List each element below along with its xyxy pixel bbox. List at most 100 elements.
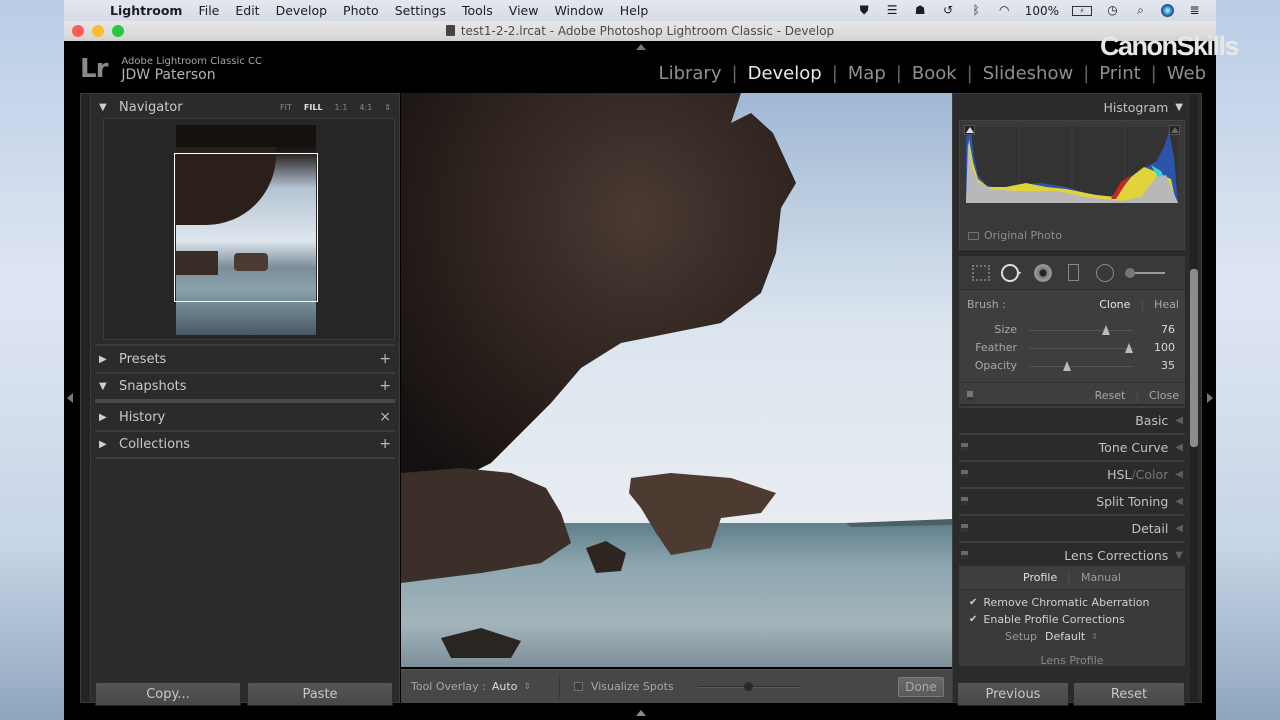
- menu-edit[interactable]: Edit: [235, 3, 259, 18]
- panel-switch[interactable]: [961, 497, 968, 505]
- presets-header[interactable]: ▶ Presets +: [95, 346, 399, 372]
- navigator-preview[interactable]: [103, 118, 395, 340]
- crop-overlay-tool-icon[interactable]: [965, 262, 996, 284]
- panel-switch[interactable]: [961, 524, 968, 532]
- opacity-slider-knob[interactable]: [1062, 361, 1071, 371]
- menu-photo[interactable]: Photo: [343, 3, 379, 18]
- module-develop[interactable]: Develop: [748, 63, 822, 84]
- add-collection-icon[interactable]: +: [379, 436, 391, 452]
- spot-removal-tool-icon[interactable]: ▸: [996, 262, 1027, 284]
- enable-profile-checkbox[interactable]: ✔: [969, 614, 977, 625]
- detail-panel-header[interactable]: Detail ◀: [953, 515, 1189, 541]
- graduated-filter-tool-icon[interactable]: [1058, 262, 1089, 284]
- add-snapshot-icon[interactable]: +: [379, 378, 391, 394]
- module-library[interactable]: Library: [659, 63, 722, 84]
- lens-corrections-panel-header[interactable]: Lens Corrections ▼: [953, 542, 1189, 568]
- zoom-fill[interactable]: FILL: [304, 103, 323, 112]
- bluetooth-icon[interactable]: ᛒ: [969, 4, 984, 17]
- remove-ca-checkbox[interactable]: ✔: [969, 597, 977, 608]
- photo-canvas[interactable]: [401, 93, 952, 667]
- wifi-icon[interactable]: ◠: [997, 4, 1012, 17]
- right-panel-scrollbar[interactable]: [1190, 94, 1198, 702]
- paste-button[interactable]: Paste: [247, 682, 393, 706]
- shield-icon[interactable]: ⛊: [857, 4, 872, 17]
- hsl-title[interactable]: HSL: [1107, 467, 1131, 482]
- heal-brush-option[interactable]: Heal: [1154, 298, 1179, 311]
- panel-switch[interactable]: [961, 551, 968, 559]
- top-panel-toggle-icon[interactable]: [636, 44, 646, 50]
- tone-curve-panel-header[interactable]: Tone Curve ◀: [953, 434, 1189, 460]
- split-toning-panel-header[interactable]: Split Toning ◀: [953, 488, 1189, 514]
- menu-develop[interactable]: Develop: [276, 3, 327, 18]
- histogram-header[interactable]: Histogram ▼: [953, 94, 1189, 120]
- siri-icon[interactable]: [1161, 4, 1174, 17]
- module-print[interactable]: Print: [1099, 63, 1140, 84]
- tool-overlay-select[interactable]: Auto: [492, 680, 518, 693]
- slider-knob[interactable]: [744, 681, 754, 691]
- visualize-spots-checkbox[interactable]: [573, 682, 583, 691]
- radial-filter-tool-icon[interactable]: [1089, 262, 1120, 284]
- adjustment-brush-tool-icon[interactable]: [1120, 262, 1170, 284]
- copy-button[interactable]: Copy...: [95, 682, 241, 706]
- opacity-slider[interactable]: [1029, 361, 1133, 371]
- menu-window[interactable]: Window: [554, 3, 603, 18]
- panel-switch[interactable]: [961, 443, 968, 451]
- feather-slider[interactable]: [1029, 343, 1133, 353]
- basic-panel-header[interactable]: Basic ◀: [953, 407, 1189, 433]
- module-web[interactable]: Web: [1167, 63, 1206, 84]
- menu-settings[interactable]: Settings: [395, 3, 446, 18]
- opacity-value[interactable]: 35: [1161, 359, 1175, 372]
- battery-icon[interactable]: ⚡: [1072, 5, 1092, 16]
- size-slider[interactable]: [1029, 325, 1133, 335]
- snapshots-header[interactable]: ▼ Snapshots +: [95, 373, 399, 399]
- left-panel-toggle-icon[interactable]: [67, 393, 73, 403]
- module-slideshow[interactable]: Slideshow: [983, 63, 1073, 84]
- feather-value[interactable]: 100: [1154, 341, 1175, 354]
- tray-icon[interactable]: ☰: [885, 4, 900, 17]
- clock-icon[interactable]: ◷: [1105, 4, 1120, 17]
- scrollbar-thumb[interactable]: [1190, 269, 1198, 447]
- clone-brush-option[interactable]: Clone: [1099, 298, 1130, 311]
- add-preset-icon[interactable]: +: [379, 351, 391, 367]
- tab-profile[interactable]: Profile: [1023, 571, 1057, 584]
- collections-header[interactable]: ▶ Collections +: [95, 431, 399, 457]
- original-photo-checkbox[interactable]: [968, 231, 979, 240]
- visualize-threshold-slider[interactable]: [697, 681, 800, 691]
- navigator-header[interactable]: ▼ Navigator FIT FILL 1:1 4:1 ⇕: [95, 94, 399, 120]
- navigator-view-frame[interactable]: [174, 153, 318, 302]
- module-map[interactable]: Map: [848, 63, 886, 84]
- zoom-4-1[interactable]: 4:1: [359, 103, 372, 112]
- menu-help[interactable]: Help: [620, 3, 649, 18]
- zoom-stepper-icon[interactable]: ⇕: [384, 103, 391, 112]
- zoom-1-1[interactable]: 1:1: [335, 103, 348, 112]
- clear-history-icon[interactable]: ×: [379, 409, 391, 425]
- filmstrip-toggle-icon[interactable]: [636, 710, 646, 716]
- spotlight-icon[interactable]: ⌕: [1133, 4, 1148, 17]
- menu-file[interactable]: File: [198, 3, 219, 18]
- reset-button[interactable]: Reset: [1073, 682, 1185, 706]
- feather-slider-knob[interactable]: [1125, 343, 1133, 353]
- shadow-clipping-indicator[interactable]: [964, 125, 975, 135]
- spot-reset-button[interactable]: Reset: [1095, 389, 1126, 402]
- tool-panel-switch[interactable]: [967, 390, 973, 401]
- setup-select[interactable]: Default: [1045, 630, 1085, 643]
- right-panel-toggle-icon[interactable]: [1207, 393, 1213, 403]
- color-title[interactable]: Color: [1136, 467, 1169, 482]
- select-stepper-icon[interactable]: ⇕: [1091, 632, 1098, 641]
- previous-button[interactable]: Previous: [957, 682, 1069, 706]
- histogram[interactable]: Original Photo: [959, 120, 1185, 250]
- history-header[interactable]: ▶ History ×: [95, 404, 399, 430]
- hsl-color-panel-header[interactable]: HSL / Color ◀: [953, 461, 1189, 487]
- panel-switch[interactable]: [961, 470, 968, 478]
- time-machine-icon[interactable]: ↺: [941, 4, 956, 17]
- size-slider-knob[interactable]: [1101, 325, 1110, 335]
- module-book[interactable]: Book: [912, 63, 957, 84]
- select-stepper-icon[interactable]: ⇕: [523, 682, 531, 692]
- done-button[interactable]: Done: [898, 676, 944, 697]
- left-panel-scrollbar[interactable]: [81, 94, 91, 702]
- menu-tools[interactable]: Tools: [462, 3, 493, 18]
- spot-close-button[interactable]: Close: [1149, 389, 1179, 402]
- size-value[interactable]: 76: [1161, 323, 1175, 336]
- notification-center-icon[interactable]: ≣: [1187, 4, 1202, 17]
- menu-view[interactable]: View: [509, 3, 539, 18]
